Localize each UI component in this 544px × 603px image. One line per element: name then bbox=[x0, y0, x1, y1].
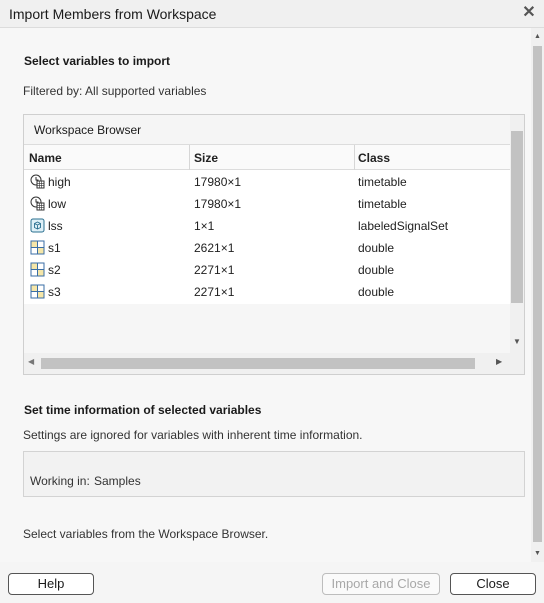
table-row[interactable]: s1 2621×1 double bbox=[24, 237, 510, 259]
variable-name: s2 bbox=[48, 263, 61, 277]
timetable-icon bbox=[30, 196, 45, 211]
select-variables-heading: Select variables to import bbox=[24, 54, 171, 68]
variable-size: 2271×1 bbox=[194, 285, 235, 299]
time-settings-box: Working in: Samples bbox=[23, 451, 525, 497]
variable-list: high 17980×1 timetable low 17980×1 timet… bbox=[24, 171, 510, 303]
table-vertical-scrollbar[interactable]: ▼ bbox=[510, 115, 524, 353]
working-in-label: Working in: bbox=[30, 474, 90, 488]
close-button[interactable]: Close bbox=[450, 573, 536, 595]
variable-name: low bbox=[48, 197, 67, 211]
table-row[interactable]: high 17980×1 timetable bbox=[24, 171, 510, 193]
import-and-close-button[interactable]: Import and Close bbox=[322, 573, 440, 595]
variable-class: timetable bbox=[358, 175, 407, 189]
column-header-class[interactable]: Class bbox=[358, 151, 390, 165]
table-empty-area bbox=[24, 304, 510, 353]
variable-size: 2271×1 bbox=[194, 263, 235, 277]
workspace-browser-title: Workspace Browser bbox=[34, 123, 142, 137]
table-header: Name Size Class bbox=[24, 145, 510, 170]
working-in-value[interactable]: Samples bbox=[94, 474, 141, 488]
object-icon bbox=[30, 218, 45, 233]
variable-name: lss bbox=[48, 219, 63, 233]
help-button[interactable]: Help bbox=[8, 573, 94, 595]
timetable-icon bbox=[30, 174, 45, 189]
variable-name: s1 bbox=[48, 241, 61, 255]
scrollbar-thumb[interactable] bbox=[511, 131, 523, 303]
variable-size: 2621×1 bbox=[194, 241, 235, 255]
variable-class: double bbox=[358, 263, 395, 277]
column-divider[interactable] bbox=[354, 145, 355, 170]
variable-class: timetable bbox=[358, 197, 407, 211]
scroll-right-icon[interactable]: ▶ bbox=[496, 357, 502, 366]
table-row[interactable]: lss 1×1 labeledSignalSet bbox=[24, 215, 510, 237]
table-row[interactable]: s3 2271×1 double bbox=[24, 281, 510, 303]
close-icon[interactable]: ✕ bbox=[520, 4, 538, 22]
variable-size: 17980×1 bbox=[194, 175, 242, 189]
table-horizontal-scrollbar[interactable]: ◀ ▶ bbox=[24, 353, 524, 374]
time-info-note: Settings are ignored for variables with … bbox=[23, 428, 363, 442]
scroll-down-icon[interactable]: ▼ bbox=[513, 337, 521, 346]
variable-size: 1×1 bbox=[194, 219, 215, 233]
time-info-heading: Set time information of selected variabl… bbox=[24, 403, 262, 417]
dialog-content: Select variables to import Filtered by: … bbox=[0, 28, 531, 562]
variable-name: s3 bbox=[48, 285, 61, 299]
scrollbar-thumb[interactable] bbox=[41, 358, 475, 369]
scroll-left-icon[interactable]: ◀ bbox=[28, 357, 34, 366]
workspace-browser-title-bar: Workspace Browser bbox=[24, 115, 510, 145]
dialog-vertical-scrollbar[interactable]: ▲ ▼ bbox=[531, 28, 544, 562]
workspace-browser-panel: Workspace Browser Name Size Class high 1… bbox=[23, 114, 525, 375]
dialog-footer: Help Import and Close Close bbox=[0, 562, 544, 603]
scroll-up-icon[interactable]: ▲ bbox=[534, 33, 541, 40]
column-header-size[interactable]: Size bbox=[194, 151, 218, 165]
matrix-icon bbox=[30, 262, 45, 277]
table-row[interactable]: low 17980×1 timetable bbox=[24, 193, 510, 215]
variable-class: double bbox=[358, 285, 395, 299]
variable-name: high bbox=[48, 175, 71, 189]
matrix-icon bbox=[30, 240, 45, 255]
window-title: Import Members from Workspace bbox=[9, 6, 217, 22]
variable-class: double bbox=[358, 241, 395, 255]
status-message: Select variables from the Workspace Brow… bbox=[23, 527, 269, 541]
column-divider[interactable] bbox=[189, 145, 190, 170]
variable-class: labeledSignalSet bbox=[358, 219, 449, 233]
scroll-down-icon[interactable]: ▼ bbox=[534, 550, 541, 557]
variable-size: 17980×1 bbox=[194, 197, 242, 211]
title-bar: Import Members from Workspace ✕ bbox=[0, 0, 544, 28]
filter-label: Filtered by: All supported variables bbox=[23, 84, 207, 98]
matrix-icon bbox=[30, 284, 45, 299]
table-row[interactable]: s2 2271×1 double bbox=[24, 259, 510, 281]
scrollbar-thumb[interactable] bbox=[533, 46, 542, 542]
column-header-name[interactable]: Name bbox=[29, 151, 62, 165]
